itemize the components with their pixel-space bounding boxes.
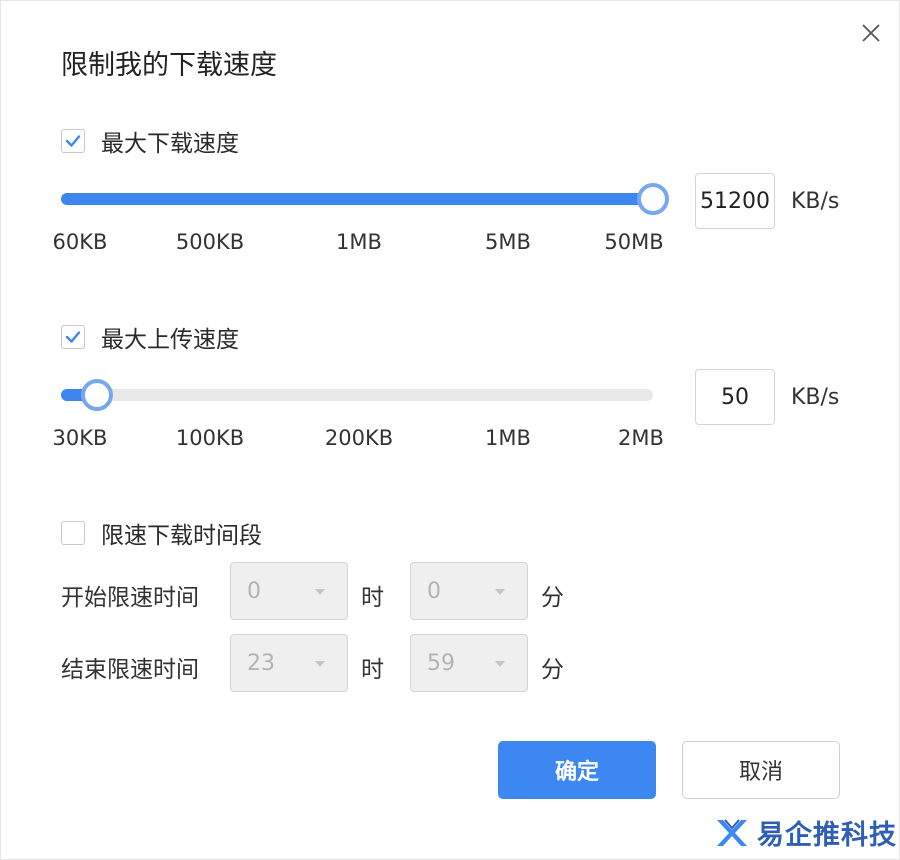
hour-suffix: 时 [361, 585, 384, 611]
watermark-text: 易企推科技 [757, 820, 897, 851]
chevron-down-icon [495, 661, 505, 667]
tick-label: 50MB [604, 230, 664, 254]
download-limit-row[interactable]: 最大下载速度 [61, 124, 239, 158]
watermark: 易企推科技 [713, 813, 897, 852]
download-speed-input[interactable]: 51200 [695, 173, 775, 229]
tick-label: 5MB [485, 230, 531, 254]
schedule-limit-label: 限速下载时间段 [101, 523, 262, 549]
slider-thumb[interactable] [80, 379, 113, 411]
chevron-down-icon [495, 589, 505, 595]
tick-label: 30KB [52, 426, 108, 450]
close-icon[interactable] [859, 21, 883, 45]
tick-label: 2MB [618, 426, 664, 450]
check-icon [65, 331, 81, 343]
chevron-down-icon [315, 589, 325, 595]
end-minute-value: 59 [427, 650, 455, 676]
upload-limit-label: 最大上传速度 [101, 327, 239, 353]
end-time-label: 结束限速时间 [61, 657, 199, 683]
slider-thumb[interactable] [637, 183, 669, 215]
start-hour-value: 0 [247, 578, 261, 604]
start-time-label: 开始限速时间 [61, 585, 199, 611]
upload-speed-slider[interactable] [61, 379, 653, 411]
schedule-limit-checkbox[interactable] [61, 521, 85, 545]
cancel-button[interactable]: 取消 [682, 741, 840, 799]
check-icon [65, 135, 81, 147]
download-unit-label: KB/s [791, 189, 840, 214]
end-hour-select[interactable]: 23 [230, 634, 348, 692]
speed-limit-dialog: 限制我的下载速度 最大下载速度 60KB 500KB 1MB 5MB 50MB … [0, 0, 900, 860]
download-speed-slider[interactable] [61, 183, 669, 215]
tick-label: 100KB [175, 426, 245, 450]
upload-limit-row[interactable]: 最大上传速度 [61, 320, 239, 354]
minute-suffix: 分 [541, 585, 564, 611]
confirm-button[interactable]: 确定 [498, 741, 656, 799]
hour-suffix: 时 [361, 657, 384, 683]
logo-icon [717, 818, 747, 846]
tick-label: 1MB [485, 426, 531, 450]
tick-label: 500KB [175, 230, 245, 254]
schedule-limit-row[interactable]: 限速下载时间段 [61, 516, 262, 550]
slider-fill [61, 193, 653, 205]
download-tick-labels: 60KB 500KB 1MB 5MB 50MB [51, 230, 671, 260]
tick-label: 200KB [324, 426, 394, 450]
minute-suffix: 分 [541, 657, 564, 683]
tick-label: 60KB [52, 230, 108, 254]
tick-label: 1MB [336, 230, 382, 254]
chevron-down-icon [315, 661, 325, 667]
upload-unit-label: KB/s [791, 385, 840, 410]
upload-limit-checkbox[interactable] [61, 325, 85, 349]
start-minute-select[interactable]: 0 [410, 562, 528, 620]
download-limit-checkbox[interactable] [61, 129, 85, 153]
slider-track [61, 389, 653, 401]
download-limit-label: 最大下载速度 [101, 131, 239, 157]
start-hour-select[interactable]: 0 [230, 562, 348, 620]
end-minute-select[interactable]: 59 [410, 634, 528, 692]
dialog-title: 限制我的下载速度 [61, 50, 277, 81]
upload-tick-labels: 30KB 100KB 200KB 1MB 2MB [51, 426, 671, 456]
start-minute-value: 0 [427, 578, 441, 604]
upload-speed-input[interactable]: 50 [695, 369, 775, 425]
end-hour-value: 23 [247, 650, 275, 676]
